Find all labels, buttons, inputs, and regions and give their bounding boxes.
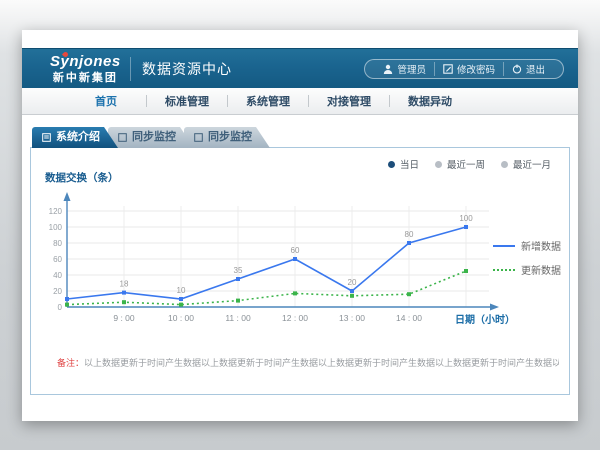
logo-text: Synjones (50, 53, 121, 70)
nav-item-interface-mgmt[interactable]: 对接管理 (309, 93, 389, 109)
radio-label: 当日 (400, 157, 419, 171)
svg-text:12 : 00: 12 : 00 (282, 313, 308, 323)
legend-label: 新增数据 (521, 238, 561, 253)
page-title: 数据资源中心 (142, 49, 232, 89)
tab-system-intro[interactable]: 系统介绍 (32, 127, 118, 148)
company-logo: Synjones 新中新集团 (50, 53, 121, 85)
tab-label: 同步监控 (208, 127, 252, 148)
tab-bar: 系统介绍 同步监控 同步监控 (32, 127, 270, 148)
radio-last-week[interactable]: 最近一周 (435, 157, 485, 171)
current-user[interactable]: 管理员 (375, 62, 434, 76)
svg-text:120: 120 (49, 207, 63, 216)
series-legend: 新增数据 更新数据 (493, 238, 561, 277)
svg-text:14 : 00: 14 : 00 (396, 313, 422, 323)
svg-text:11 : 00: 11 : 00 (225, 313, 251, 323)
time-range-filter: 当日 最近一周 最近一月 (388, 157, 551, 171)
solid-line-icon (493, 245, 515, 247)
footnote-text: 以上数据更新于时间产生数据以上数据更新于时间产生数据以上数据更新于时间产生数据以… (84, 358, 559, 368)
footnote: 备注：以上数据更新于时间产生数据以上数据更新于时间产生数据以上数据更新于时间产生… (57, 356, 559, 369)
radio-today[interactable]: 当日 (388, 157, 419, 171)
dotted-line-icon (493, 269, 515, 271)
legend-item-new-data[interactable]: 新增数据 (493, 238, 561, 253)
power-icon (512, 64, 522, 74)
legend-item-updated-data[interactable]: 更新数据 (493, 262, 561, 277)
nav-item-home[interactable]: 首页 (66, 93, 146, 109)
monitor-icon (194, 133, 203, 142)
page-card: Synjones 新中新集团 数据资源中心 管理员 修改密码 退出 首页 标准管… (22, 30, 578, 421)
document-icon (42, 133, 51, 142)
svg-text:100: 100 (49, 223, 63, 232)
svg-text:80: 80 (53, 239, 62, 248)
content-panel: 当日 最近一周 最近一月 数据交换（条） 0 20 40 60 80 100 120 9 : … (30, 147, 570, 395)
tab-label: 系统介绍 (56, 127, 100, 148)
svg-text:9 : 00: 9 : 00 (113, 313, 135, 323)
svg-text:10: 10 (177, 286, 186, 295)
radio-label: 最近一周 (447, 157, 485, 171)
header-divider (130, 57, 131, 81)
radio-last-month[interactable]: 最近一月 (501, 157, 551, 171)
app-header: Synjones 新中新集团 数据资源中心 管理员 修改密码 退出 (22, 48, 578, 88)
tab-sync-monitor-2[interactable]: 同步监控 (184, 127, 270, 148)
logout-label: 退出 (526, 62, 545, 76)
tab-sync-monitor-1[interactable]: 同步监控 (108, 127, 194, 148)
nav-item-standard-mgmt[interactable]: 标准管理 (147, 93, 227, 109)
monitor-icon (118, 133, 127, 142)
svg-text:35: 35 (234, 266, 243, 275)
svg-text:40: 40 (53, 271, 62, 280)
svg-text:13 : 00: 13 : 00 (339, 313, 365, 323)
radio-dot-icon (501, 161, 508, 168)
tab-label: 同步监控 (132, 127, 176, 148)
svg-text:18: 18 (120, 280, 129, 289)
logo-subtext: 新中新集团 (50, 69, 121, 85)
footnote-prefix: 备注： (57, 358, 84, 368)
radio-dot-icon (388, 161, 395, 168)
svg-text:0: 0 (58, 303, 63, 312)
radio-label: 最近一月 (513, 157, 551, 171)
change-password-label: 修改密码 (457, 62, 495, 76)
line-chart: 0 20 40 60 80 100 120 9 : 00 10 : 00 11 : 00 12 : … (41, 184, 521, 344)
nav-item-system-mgmt[interactable]: 系统管理 (228, 93, 308, 109)
svg-text:60: 60 (291, 246, 300, 255)
logout-button[interactable]: 退出 (503, 62, 553, 76)
x-axis-title: 日期（小时） (455, 311, 515, 326)
radio-dot-icon (435, 161, 442, 168)
change-password-button[interactable]: 修改密码 (434, 62, 503, 76)
svg-text:20: 20 (348, 278, 357, 287)
svg-text:60: 60 (53, 255, 62, 264)
user-toolbar: 管理员 修改密码 退出 (364, 59, 564, 79)
legend-label: 更新数据 (521, 262, 561, 277)
svg-text:100: 100 (459, 214, 473, 223)
user-label: 管理员 (397, 62, 426, 76)
edit-icon (443, 64, 453, 74)
user-icon (383, 64, 393, 74)
svg-text:80: 80 (405, 230, 414, 239)
main-nav: 首页 标准管理 系统管理 对接管理 数据异动 (22, 88, 578, 115)
nav-item-data-change[interactable]: 数据异动 (390, 93, 470, 109)
svg-text:10 : 00: 10 : 00 (168, 313, 194, 323)
y-axis-title: 数据交换（条） (45, 170, 119, 185)
svg-text:20: 20 (53, 287, 62, 296)
chart-area: 0 20 40 60 80 100 120 9 : 00 10 : 00 11 : 00 12 : … (41, 184, 521, 344)
